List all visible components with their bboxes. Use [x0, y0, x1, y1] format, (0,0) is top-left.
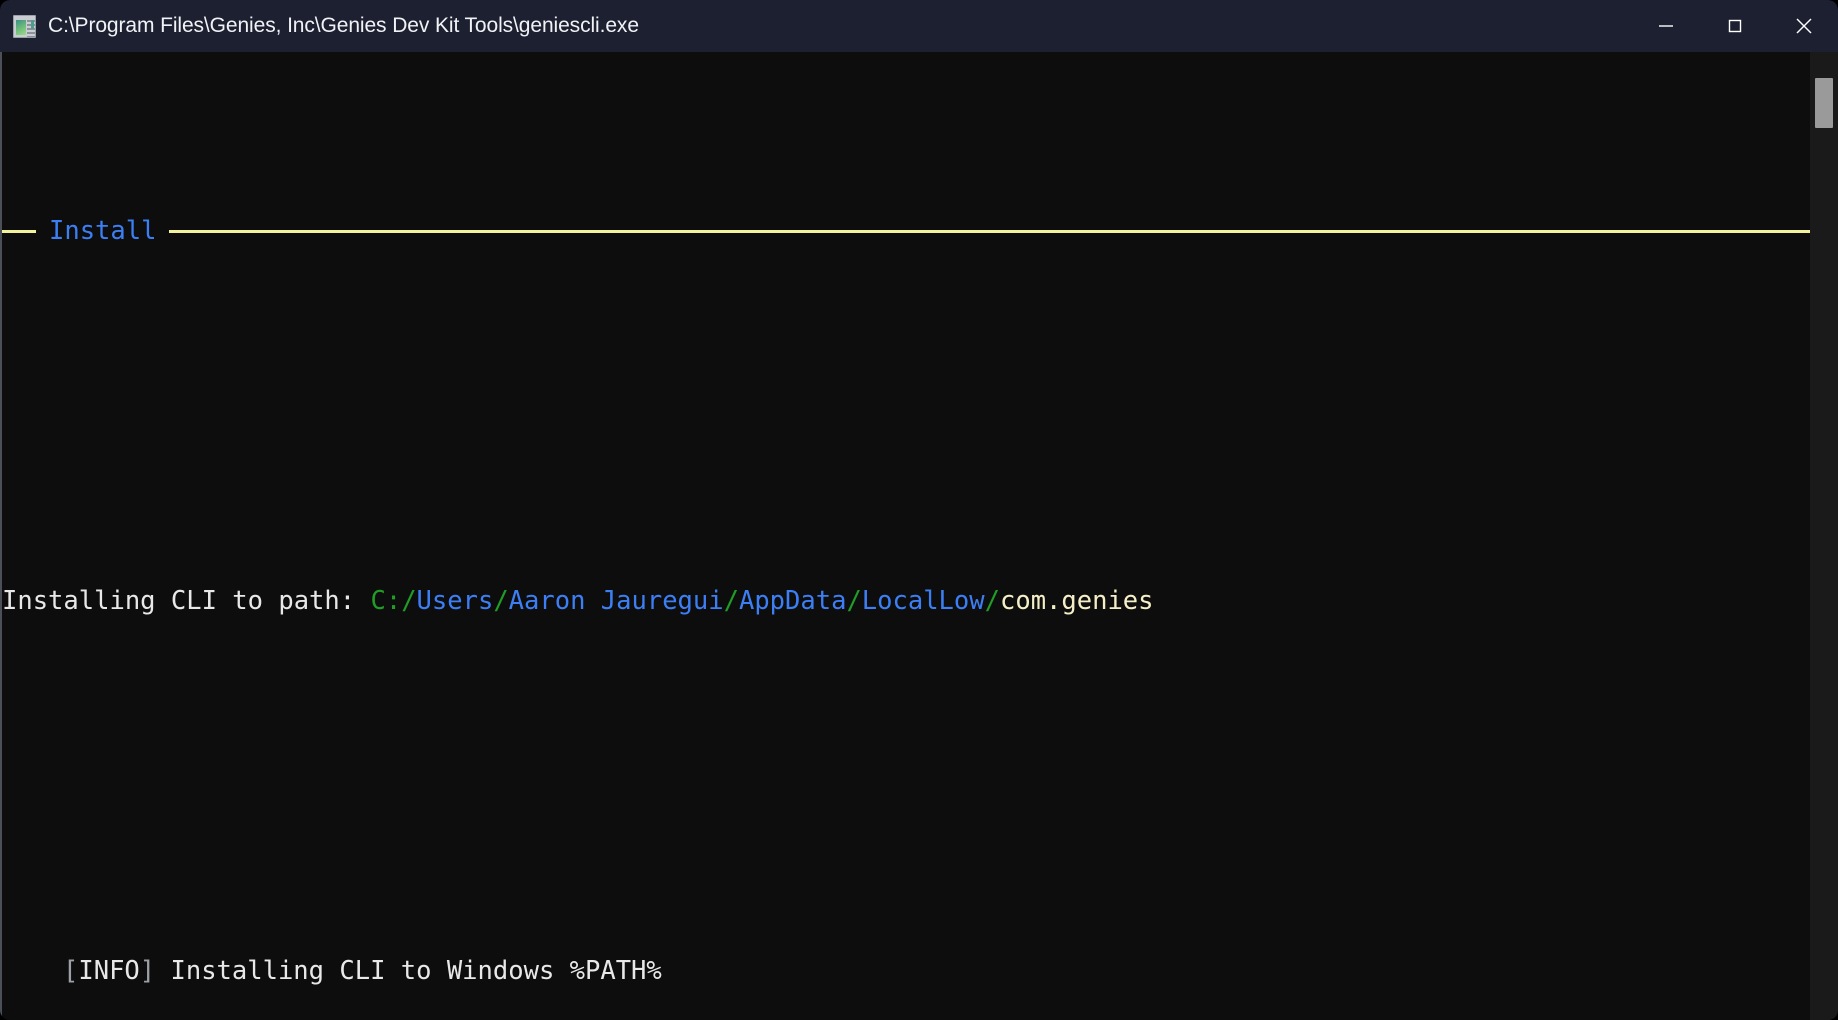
info-bracket-open: [: [63, 956, 79, 986]
title-bar-left: C:\Program Files\Genies, Inc\Genies Dev …: [0, 14, 639, 38]
path-sep-3: /: [723, 586, 739, 616]
path-sep-2: /: [493, 586, 509, 616]
section-rule-left: [2, 230, 36, 233]
terminal-window: C:\Program Files\Genies, Inc\Genies Dev …: [0, 0, 1838, 1020]
path-seg-user: Aaron Jauregui: [508, 586, 724, 616]
console-app-icon: [13, 14, 36, 38]
close-icon: [1792, 14, 1816, 38]
path-drive: C:: [370, 586, 402, 616]
window-controls: [1631, 0, 1838, 52]
close-button[interactable]: [1769, 0, 1838, 52]
info-level-label: INFO: [78, 956, 140, 986]
terminal-output[interactable]: Install Installing CLI to path: C:/Users…: [2, 52, 1838, 1020]
path-sep-5: /: [984, 586, 1000, 616]
app-icon-pane: [16, 19, 26, 35]
install-path-prefix: Installing CLI to path:: [2, 586, 371, 616]
path-seg-comgenies: com.genies: [999, 586, 1154, 616]
minimize-button[interactable]: [1631, 0, 1700, 52]
vertical-scroll-thumb[interactable]: [1815, 78, 1833, 128]
maximize-button[interactable]: [1700, 0, 1769, 52]
path-sep-4: /: [846, 586, 862, 616]
install-path-line: Installing CLI to path: C:/Users/Aaron J…: [2, 583, 1838, 620]
info-message: Installing CLI to Windows %PATH%: [155, 956, 662, 986]
maximize-icon: [1724, 15, 1746, 37]
terminal-area: Install Installing CLI to path: C:/Users…: [0, 52, 1838, 1020]
window-title: C:\Program Files\Genies, Inc\Genies Dev …: [48, 14, 639, 37]
app-icon-accent: [31, 19, 34, 29]
section-rule-right: [169, 230, 1836, 233]
path-seg-locallow: LocalLow: [861, 586, 985, 616]
path-sep-1: /: [401, 586, 417, 616]
path-seg-appdata: AppData: [738, 586, 847, 616]
minimize-icon: [1655, 15, 1677, 37]
title-bar[interactable]: C:\Program Files\Genies, Inc\Genies Dev …: [0, 0, 1838, 52]
path-seg-users: Users: [416, 586, 494, 616]
info-bracket-close: ]: [139, 956, 156, 986]
section-header-label: Install: [49, 216, 157, 246]
info-line: [INFO] Installing CLI to Windows %PATH%: [2, 953, 1838, 990]
section-header-install: Install: [2, 213, 1838, 250]
vertical-scrollbar[interactable]: [1810, 52, 1838, 1020]
